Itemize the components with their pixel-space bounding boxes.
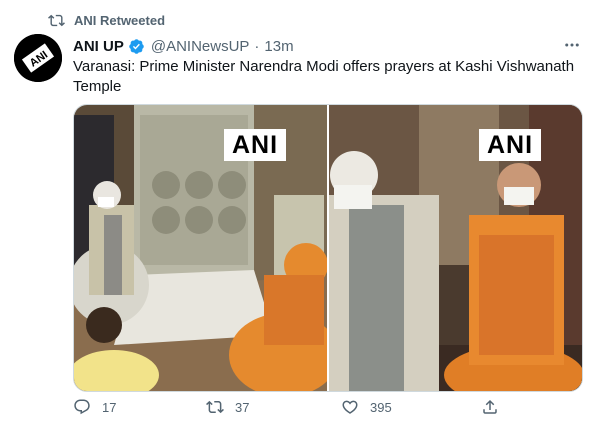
more-options-icon[interactable] <box>562 36 582 54</box>
retweet-header: ANI Retweeted <box>48 10 165 30</box>
author-handle[interactable]: @ANINewsUP <box>151 38 250 55</box>
like-count: 395 <box>370 399 392 415</box>
verified-badge-icon <box>129 38 144 54</box>
retweet-button[interactable]: 37 <box>206 398 249 416</box>
author-name[interactable]: ANI UP <box>73 38 124 55</box>
heart-icon <box>342 400 358 414</box>
media-photo-left[interactable]: ANI <box>74 105 327 391</box>
ani-watermark: ANI <box>479 129 542 161</box>
avatar[interactable]: ANI <box>14 34 62 82</box>
reply-icon <box>74 399 90 415</box>
tweet-text: Varanasi: Prime Minister Narendra Modi o… <box>73 58 575 95</box>
tweet-media[interactable]: ANI ANI <box>73 104 583 392</box>
share-icon <box>483 399 497 414</box>
tweet-timestamp[interactable]: 13m <box>264 38 293 55</box>
temple-photo-left <box>74 105 327 391</box>
tweet-header: ANI UP @ANINewsUP · 13m <box>73 36 294 56</box>
retweet-icon <box>206 400 224 414</box>
separator-dot: · <box>254 37 260 55</box>
share-button[interactable] <box>481 398 510 416</box>
retweet-icon <box>48 14 65 26</box>
media-photo-right[interactable]: ANI <box>329 105 582 391</box>
like-button[interactable]: 395 <box>341 398 392 416</box>
tweet-actions: 17 37 395 <box>73 398 583 424</box>
tweet-card[interactable]: ANI Retweeted ANI ANI UP @ANINewsUP · 13… <box>0 0 594 429</box>
ani-logo-icon: ANI <box>14 34 62 82</box>
retweet-count: 37 <box>235 399 250 415</box>
retweet-label[interactable]: ANI Retweeted <box>74 13 165 28</box>
reply-button[interactable]: 17 <box>73 398 116 416</box>
ani-watermark: ANI <box>224 129 287 161</box>
temple-photo-right <box>329 105 582 391</box>
reply-count: 17 <box>102 399 117 415</box>
